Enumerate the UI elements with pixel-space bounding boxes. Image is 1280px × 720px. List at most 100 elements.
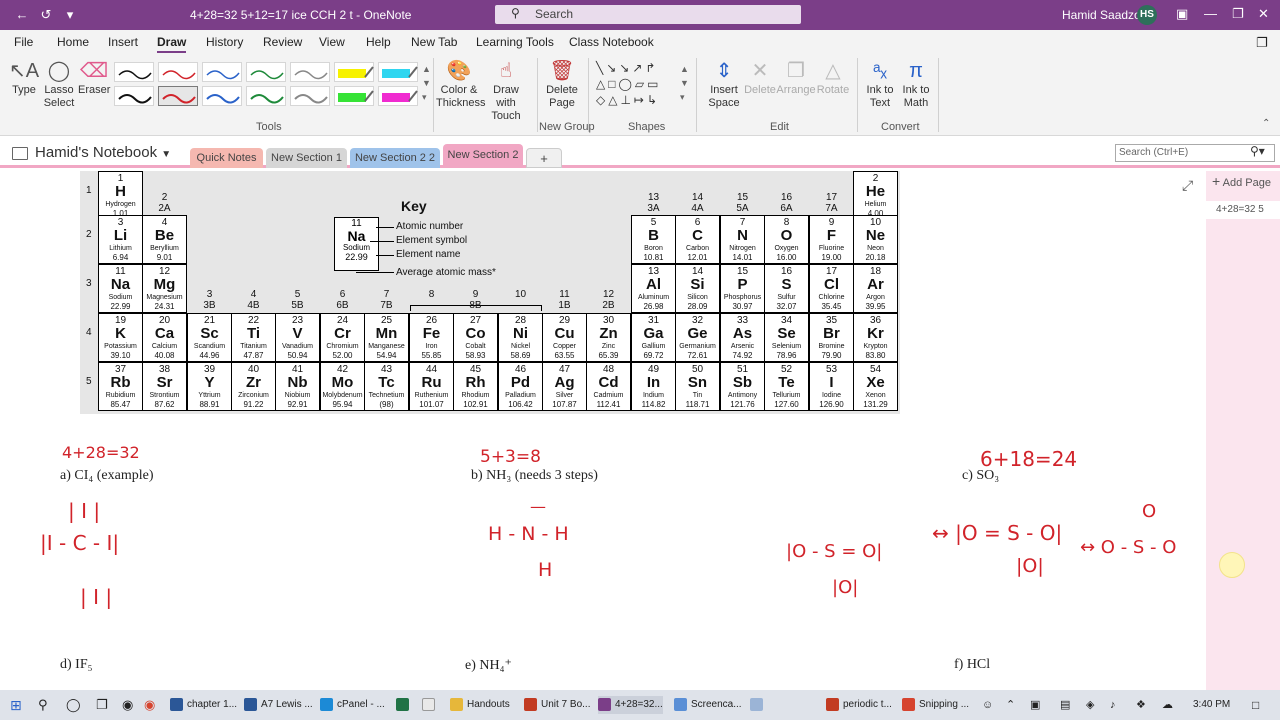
edge-icon[interactable]: ◉ [122, 696, 133, 714]
ink-so3-structure-2-bottom[interactable]: |O| [1016, 555, 1044, 577]
page-canvas[interactable]: Key 11 Na Sodium 22.99 Atomic number Ele… [0, 171, 1206, 690]
section-tab-new-section-2[interactable]: New Section 2 [443, 144, 523, 168]
taskbar-item-cpanel[interactable]: cPanel - ... [320, 696, 385, 714]
ink-so3-structure-2[interactable]: ↔ |O = S - O| [932, 521, 1062, 545]
notebook-pane-icon[interactable]: ❐ [1256, 35, 1268, 51]
taskbar-item-handouts[interactable]: Handouts [450, 696, 510, 714]
generic-app-icon[interactable] [750, 696, 767, 714]
pen-gray-thick[interactable] [290, 86, 330, 106]
wifi-icon[interactable]: ◈ [1086, 696, 1094, 714]
eraser-button[interactable]: ⌫ Eraser [78, 58, 110, 97]
people-icon[interactable]: ☺ [982, 696, 993, 714]
delete-button[interactable]: ✕ Delete [742, 58, 778, 97]
ink-so3-structure-3[interactable]: ↔ O - S - O [1080, 537, 1176, 558]
taskbar-item-chapter1[interactable]: chapter 1... [170, 696, 237, 714]
lasso-select-button[interactable]: ◯ Lasso Select [42, 58, 76, 110]
search-icon[interactable]: ⚲▾ [1250, 144, 1265, 158]
notebook-name[interactable]: Hamid's Notebook ▼ [35, 144, 171, 161]
section-tab-quick-notes[interactable]: Quick Notes [190, 148, 263, 168]
undo-icon[interactable]: ↺ [38, 7, 54, 23]
user-name[interactable]: Hamid Saadzoi [1062, 8, 1143, 22]
ink-to-math-button[interactable]: π Ink to Math [898, 58, 934, 110]
minimize-icon[interactable]: — [1204, 6, 1217, 21]
ribbon-display-icon[interactable]: ▣ [1176, 6, 1188, 22]
tray-app-icon[interactable]: ▣ [1030, 696, 1040, 714]
highlighter-yellow[interactable] [334, 62, 374, 82]
tray-chevron-up-icon[interactable]: ⌃ [1006, 696, 1015, 714]
close-icon[interactable]: ✕ [1258, 6, 1269, 22]
page-item-current[interactable]: 4+28=32 5 [1206, 201, 1280, 219]
tab-class-notebook[interactable]: Class Notebook [569, 35, 654, 49]
taskbar-item-unit7[interactable]: Unit 7 Bo... [524, 696, 590, 714]
ink-nh3-bottom[interactable]: H [538, 559, 552, 581]
taskbar-item-periodic[interactable]: periodic t... [826, 696, 892, 714]
ink-ci4-middle[interactable]: |I - C - I| [40, 531, 119, 555]
color-thickness-button[interactable]: 🎨 Color & Thickness [436, 58, 486, 110]
taskbar-item-screencast[interactable]: Screenca... [674, 696, 742, 714]
dropbox-icon[interactable]: ❖ [1136, 696, 1146, 714]
tab-history[interactable]: History [206, 35, 243, 49]
start-windows-icon[interactable]: ⊞ [10, 696, 22, 714]
taskbar-item-onenote[interactable]: 4+28=32... [598, 696, 663, 714]
ink-to-text-button[interactable]: ᵃₓ Ink to Text [862, 58, 898, 110]
ink-so3-structure-1-bottom[interactable]: |O| [832, 577, 858, 598]
type-button[interactable]: ↖A Type [8, 58, 40, 97]
notifications-icon[interactable]: □ [1252, 696, 1259, 714]
ink-so3-structure-1[interactable]: |O - S = O| [786, 541, 882, 562]
highlighter-green[interactable] [334, 86, 374, 106]
ink-nh3-middle[interactable]: H - N - H [488, 523, 569, 545]
onedrive-icon[interactable]: ☁ [1162, 696, 1173, 714]
tab-learning-tools[interactable]: Learning Tools [476, 35, 554, 49]
volume-icon[interactable]: ♪ [1110, 696, 1116, 714]
shapes-scroll-icon[interactable]: ▲ ▼ ▾ [680, 62, 689, 104]
taskbar-item-a7-lewis[interactable]: A7 Lewis ... [244, 696, 313, 714]
clock-time[interactable]: 3:40 PM [1193, 699, 1230, 710]
ink-so3-structure-3-top[interactable]: O [1142, 501, 1156, 522]
pen-blue-thick[interactable] [202, 86, 242, 106]
ink-calc-b[interactable]: 5+3=8 [480, 447, 541, 467]
excel-icon[interactable] [396, 696, 413, 714]
tab-insert[interactable]: Insert [108, 35, 138, 49]
tab-file[interactable]: File [14, 35, 33, 49]
pen-black-thick[interactable] [114, 86, 154, 106]
restore-icon[interactable]: ❐ [1232, 6, 1244, 22]
avatar[interactable]: HS [1137, 5, 1157, 25]
cortana-icon[interactable]: ◯ [66, 696, 81, 714]
pen-green-thick[interactable] [246, 86, 286, 106]
pen-blue-thin[interactable] [202, 62, 242, 82]
taskbar-item-snipping[interactable]: Snipping ... [902, 696, 969, 714]
tab-help[interactable]: Help [366, 35, 391, 49]
pen-red-thin[interactable] [158, 62, 198, 82]
delete-page-button[interactable]: 🗑 Delete Page [540, 58, 584, 110]
network-icon[interactable]: ▤ [1060, 696, 1070, 714]
tab-review[interactable]: Review [263, 35, 302, 49]
pen-green-thin[interactable] [246, 62, 286, 82]
quick-access-chevron-icon[interactable]: ▾ [62, 7, 78, 23]
ink-ci4-bottom[interactable]: | I | [80, 585, 112, 609]
itunes-icon[interactable] [422, 696, 439, 714]
tab-draw[interactable]: Draw [157, 35, 187, 53]
chrome-icon[interactable]: ◉ [144, 696, 155, 714]
ink-nh3-lone-pair[interactable]: — [530, 497, 546, 516]
tab-new-tab[interactable]: New Tab [411, 35, 457, 49]
taskbar-search-icon[interactable]: ⚲ [38, 696, 48, 714]
pen-red-thick-selected[interactable] [158, 86, 198, 106]
pen-black-thin[interactable] [114, 62, 154, 82]
collapse-ribbon-icon[interactable]: ⌃ [1262, 118, 1270, 129]
ink-ci4-top[interactable]: | I | [68, 499, 100, 523]
add-page-button[interactable]: + Add Page [1212, 173, 1271, 189]
arrange-button[interactable]: ❐ Arrange [776, 58, 816, 97]
ink-calc-c[interactable]: 6+18=24 [980, 447, 1077, 471]
draw-with-touch-button[interactable]: ☝ Draw with Touch [482, 58, 530, 123]
shapes-gallery[interactable]: ╲↘↘↗↱ △□◯▱▭ ◇△⊥↦↳ [596, 60, 682, 110]
expand-icon[interactable]: ⤢ [1182, 177, 1193, 194]
section-tab-new-section-2-2[interactable]: New Section 2 2 [350, 148, 440, 168]
highlighter-magenta[interactable] [378, 86, 418, 106]
pen-gallery-scroll-icon[interactable]: ▲ ▼ ▾ [422, 62, 431, 104]
notebook-icon[interactable] [12, 147, 28, 160]
highlighter-cyan[interactable] [378, 62, 418, 82]
title-search-box[interactable]: ⚲ Search [495, 5, 801, 24]
tab-home[interactable]: Home [57, 35, 89, 49]
ink-calc-a[interactable]: 4+28=32 [62, 443, 140, 462]
tab-view[interactable]: View [319, 35, 345, 49]
